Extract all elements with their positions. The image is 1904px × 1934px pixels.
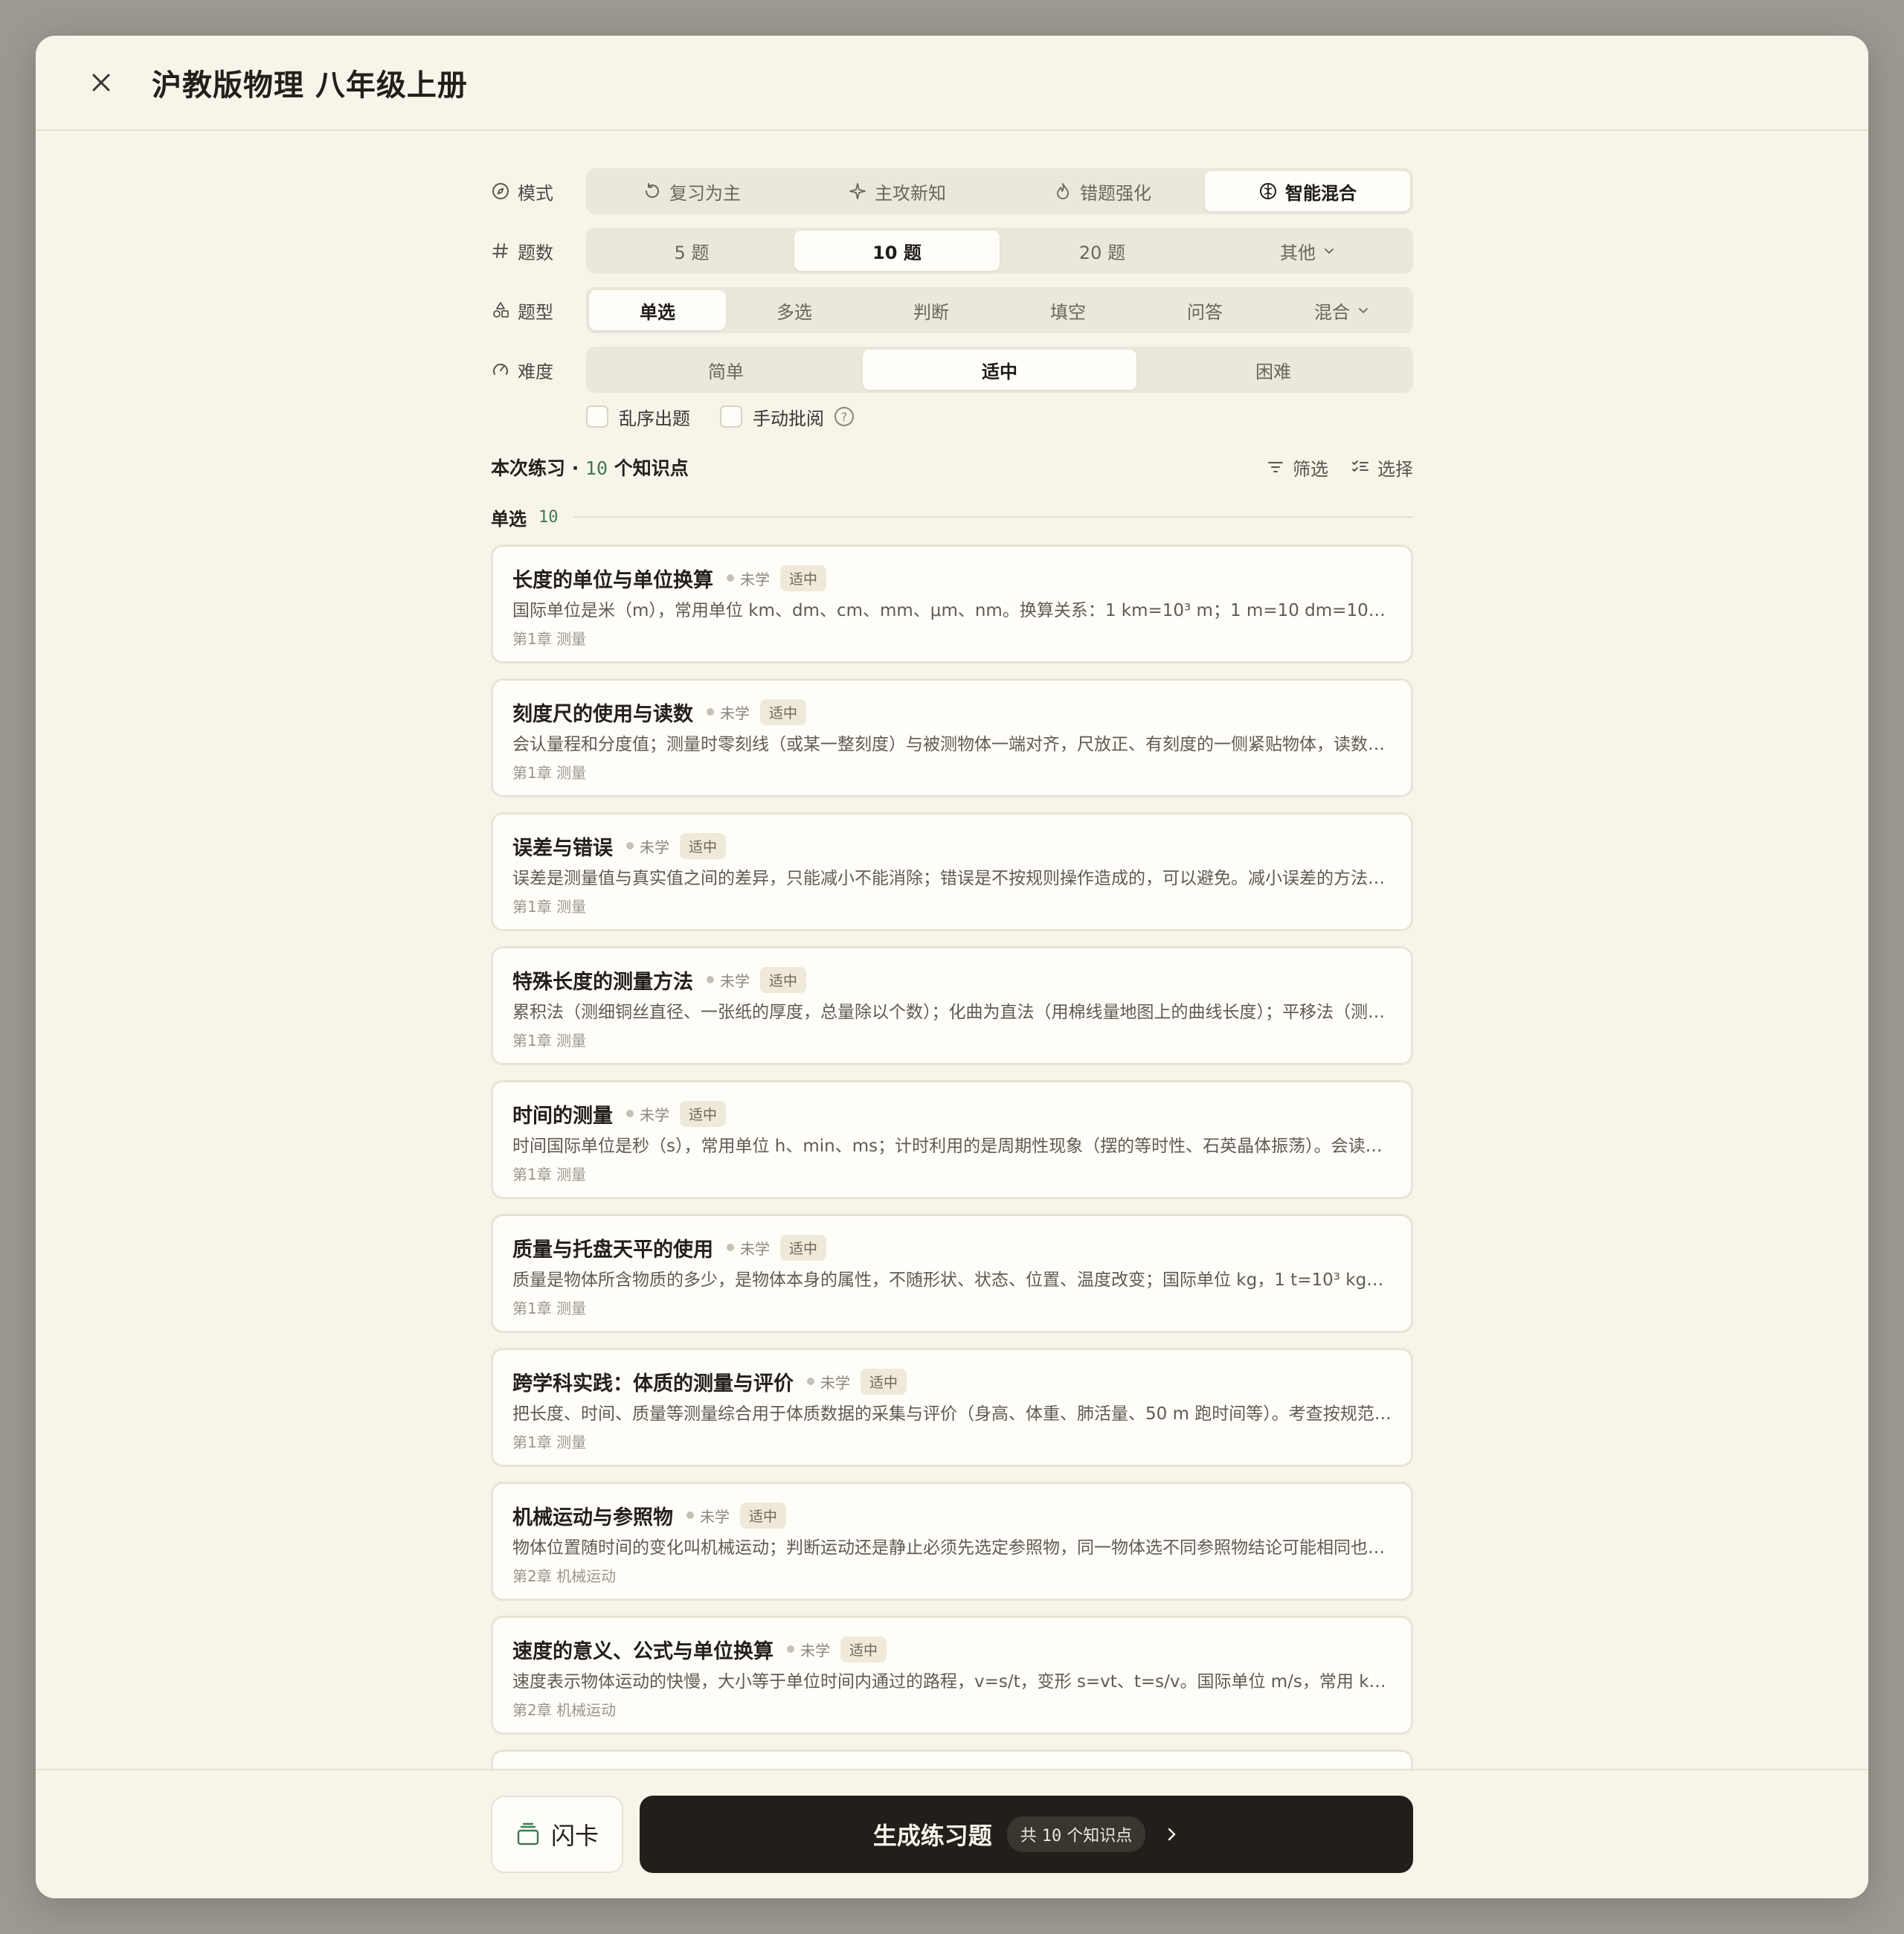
modal-header: 沪教版物理 八年级上册: [36, 36, 1868, 131]
status-dot: [626, 1110, 634, 1117]
difficulty-tag: 适中: [861, 1368, 907, 1395]
difficulty-tag: 适中: [760, 698, 807, 725]
list-item[interactable]: 速度的意义、公式与单位换算 未学 适中 速度表示物体运动的快慢，大小等于单位时间…: [491, 1616, 1413, 1735]
mode-label: 模式: [518, 182, 553, 204]
mode-option-new[interactable]: 主攻新知: [794, 171, 1000, 211]
difficulty-tag: 适中: [780, 1234, 827, 1261]
list-item[interactable]: 长度的单位与单位换算 未学 适中 国际单位是米（m），常用单位 km、dm、cm…: [491, 544, 1413, 664]
chevron-down-icon: [1359, 308, 1368, 314]
filter-button[interactable]: 筛选: [1266, 454, 1328, 481]
group-header: 单选 10: [491, 504, 1413, 530]
settings-panel: 模式 复习为主 主攻新知 错题强化 智能混合 题数 5 题 10 题 20 题 …: [491, 168, 1413, 1883]
type-selector: 单选 多选 判断 填空 问答 混合: [586, 287, 1413, 333]
page-title: 沪教版物理 八年级上册: [152, 68, 468, 103]
checkbox-box[interactable]: [586, 405, 608, 428]
type-option-judge[interactable]: 判断: [863, 290, 1000, 330]
gauge-icon: [491, 360, 510, 379]
knowledge-list: 长度的单位与单位换算 未学 适中 国际单位是米（m），常用单位 km、dm、cm…: [491, 544, 1413, 1869]
difficulty-option-hard[interactable]: 困难: [1136, 350, 1410, 390]
filter-icon: [1268, 462, 1283, 472]
flame-icon: [1057, 183, 1069, 199]
difficulty-tag: 适中: [740, 1502, 787, 1529]
hash-icon: [491, 241, 510, 260]
count-label: 题数: [518, 242, 553, 263]
cards-stack-icon: [517, 1822, 539, 1845]
type-option-fill[interactable]: 填空: [1000, 290, 1136, 330]
difficulty-option-easy[interactable]: 简单: [589, 350, 863, 390]
difficulty-tag: 适中: [680, 1100, 727, 1127]
refresh-icon: [645, 183, 659, 198]
checklist-icon: [1352, 460, 1368, 472]
sparkle-icon: [849, 183, 866, 199]
type-label: 题型: [518, 301, 553, 323]
select-button[interactable]: 选择: [1351, 454, 1413, 481]
status-dot: [807, 1378, 814, 1385]
status-dot: [707, 708, 714, 716]
practice-modal: 沪教版物理 八年级上册 模式 复习为主 主攻新知 错题强化 智能混合 题数 5 …: [36, 36, 1868, 1898]
difficulty-selector: 简单 适中 困难: [586, 347, 1413, 393]
count-row: 题数 5 题 10 题 20 题 其他: [491, 228, 1413, 274]
count-option-20[interactable]: 20 题: [1000, 231, 1205, 271]
status-dot: [707, 976, 714, 983]
type-option-qa[interactable]: 问答: [1136, 290, 1273, 330]
mode-option-smart[interactable]: 智能混合: [1205, 171, 1410, 211]
type-option-multi[interactable]: 多选: [726, 290, 863, 330]
status-dot: [787, 1645, 794, 1653]
count-option-5[interactable]: 5 题: [589, 231, 794, 271]
list-item[interactable]: 跨学科实践：体质的测量与评价 未学 适中 把长度、时间、质量等测量综合用于体质数…: [491, 1348, 1413, 1467]
list-item[interactable]: 刻度尺的使用与读数 未学 适中 会认量程和分度值；测量时零刻线（或某一整刻度）与…: [491, 678, 1413, 797]
help-icon[interactable]: ?: [834, 407, 854, 426]
list-item[interactable]: 误差与错误 未学 适中 误差是测量值与真实值之间的差异，只能减小不能消除；错误是…: [491, 812, 1413, 931]
shuffle-checkbox[interactable]: 乱序出题: [586, 404, 690, 430]
status-dot: [727, 1244, 734, 1251]
count-option-other[interactable]: 其他: [1205, 231, 1410, 271]
type-option-single[interactable]: 单选: [589, 290, 726, 330]
status-dot: [727, 574, 734, 582]
mode-selector: 复习为主 主攻新知 错题强化 智能混合: [586, 168, 1413, 214]
list-item[interactable]: 机械运动与参照物 未学 适中 物体位置随时间的变化叫机械运动；判断运动还是静止必…: [491, 1482, 1413, 1601]
type-row: 题型 单选 多选 判断 填空 问答 混合: [491, 287, 1413, 333]
divider: [573, 516, 1413, 518]
count-option-10[interactable]: 10 题: [794, 231, 1000, 271]
knowledge-count: 10: [585, 457, 608, 479]
manual-grading-checkbox[interactable]: 手动批阅 ?: [720, 404, 854, 430]
status-dot: [686, 1511, 694, 1519]
flashcard-button[interactable]: 闪卡: [491, 1796, 623, 1873]
list-item[interactable]: 时间的测量 未学 适中 时间国际单位是秒（s），常用单位 h、min、ms；计时…: [491, 1080, 1413, 1199]
practice-summary: 本次练习 · 10 个知识点 筛选 选择: [491, 452, 1413, 482]
shapes-icon: [491, 301, 510, 320]
count-selector: 5 题 10 题 20 题 其他: [586, 228, 1413, 274]
mode-option-review[interactable]: 复习为主: [589, 171, 794, 211]
mode-option-mistakes[interactable]: 错题强化: [1000, 171, 1205, 211]
options-checkboxes: 乱序出题 手动批阅 ?: [586, 402, 1413, 431]
close-icon: [92, 74, 110, 91]
brain-icon: [1260, 183, 1276, 199]
list-item[interactable]: 质量与托盘天平的使用 未学 适中 质量是物体所含物质的多少，是物体本身的属性，不…: [491, 1214, 1413, 1333]
difficulty-tag: 适中: [760, 966, 807, 993]
list-item[interactable]: 特殊长度的测量方法 未学 适中 累积法（测细铜丝直径、一张纸的厚度，总量除以个数…: [491, 946, 1413, 1065]
compass-icon: [491, 181, 510, 201]
chevron-right-icon: [1163, 1826, 1180, 1843]
mode-row: 模式 复习为主 主攻新知 错题强化 智能混合: [491, 168, 1413, 214]
status-dot: [626, 842, 634, 849]
difficulty-tag: 适中: [780, 565, 827, 591]
type-option-mixed[interactable]: 混合: [1273, 290, 1410, 330]
footer-bar: 闪卡 生成练习题 共 10 个知识点: [36, 1769, 1868, 1898]
difficulty-label: 难度: [518, 361, 553, 382]
difficulty-tag: 适中: [840, 1636, 887, 1662]
difficulty-tag: 适中: [680, 832, 727, 859]
close-button[interactable]: [80, 62, 122, 103]
count-badge: 共 10 个知识点: [1006, 1816, 1146, 1852]
difficulty-option-medium[interactable]: 适中: [863, 350, 1136, 390]
chevron-down-icon: [1325, 248, 1334, 254]
difficulty-row: 难度 简单 适中 困难: [491, 347, 1413, 393]
generate-button[interactable]: 生成练习题 共 10 个知识点: [640, 1796, 1413, 1873]
checkbox-box[interactable]: [720, 405, 742, 428]
